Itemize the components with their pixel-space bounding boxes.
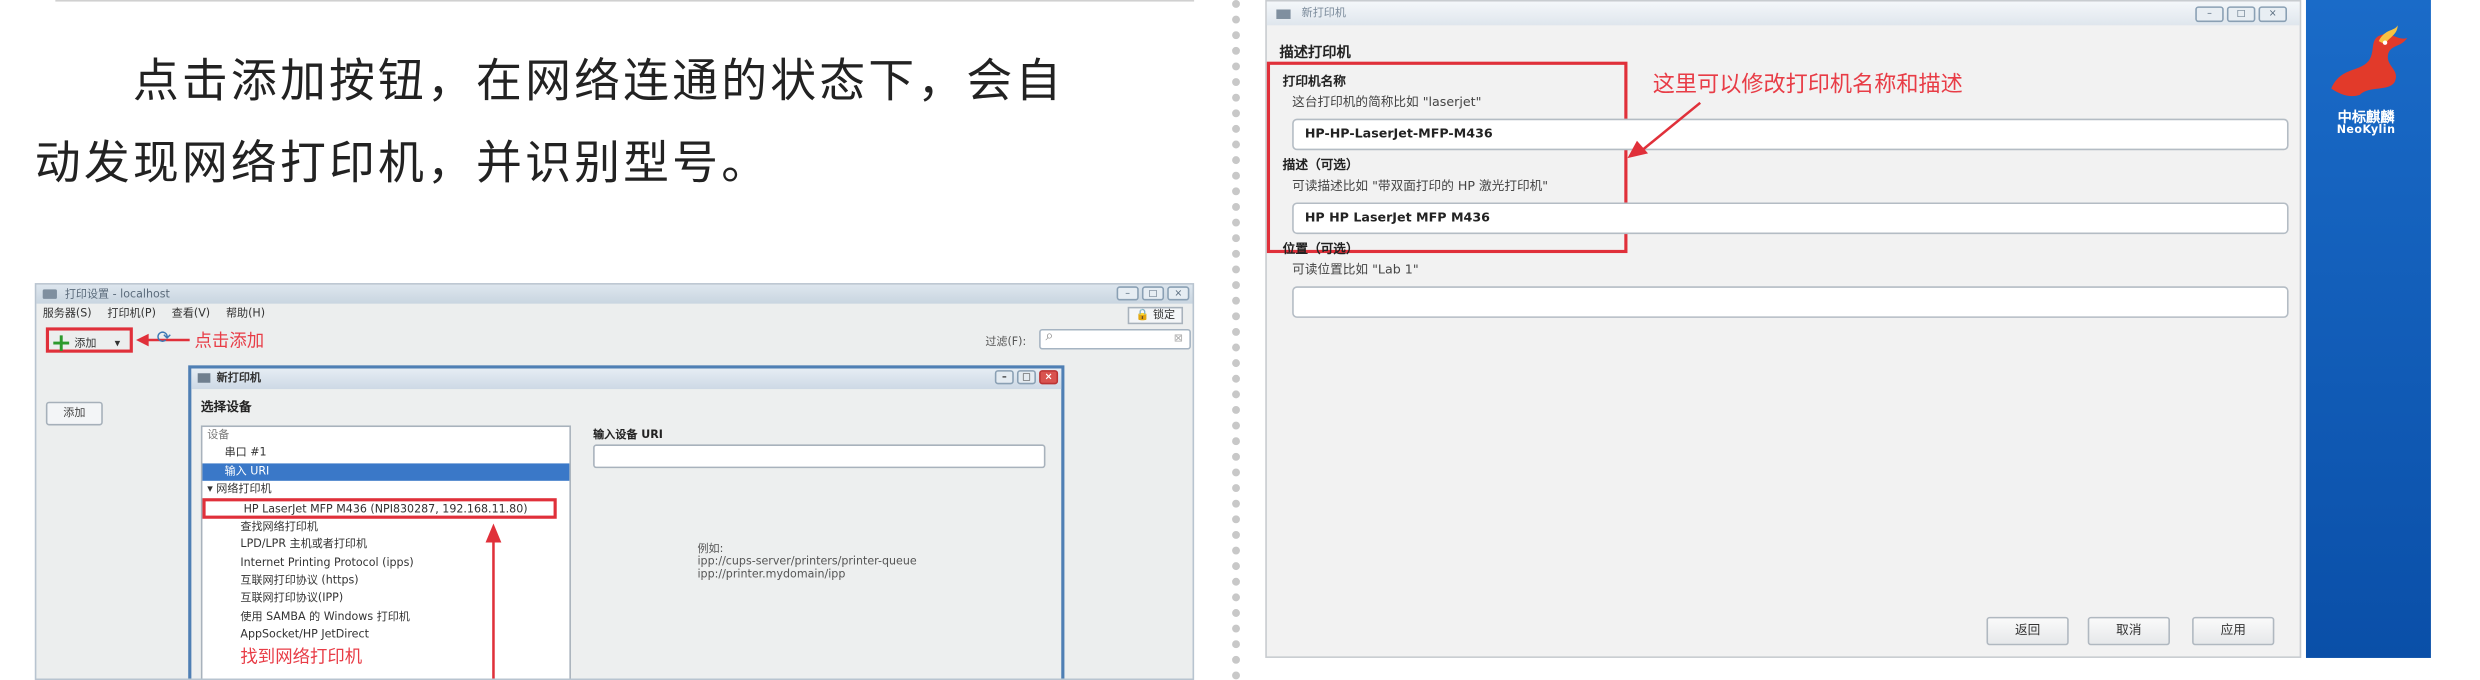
- device-samba[interactable]: 使用 SAMBA 的 Windows 打印机: [202, 608, 569, 626]
- uri-examples: 例如: ipp://cups-server/printers/printer-q…: [697, 542, 916, 580]
- device-network-printer-group[interactable]: ▾ 网络打印机: [202, 481, 569, 499]
- dotted-divider: [1232, 0, 1240, 680]
- apply-button[interactable]: 应用: [2192, 616, 2275, 646]
- search-icon: ⌕: [1045, 328, 1054, 345]
- menu-help[interactable]: 帮助(H): [226, 304, 265, 323]
- device-serial-port[interactable]: 串口 #1: [202, 445, 569, 463]
- filter-input[interactable]: ⌕ ⊠: [1039, 328, 1191, 350]
- location-label: 位置（可选）: [1282, 241, 1359, 257]
- dialog-maximize-button[interactable]: □: [1016, 370, 1036, 385]
- lock-button[interactable]: 🔒 锁定: [1127, 306, 1184, 325]
- chevron-down-icon[interactable]: ▾: [115, 331, 121, 356]
- dialog-minimize-button[interactable]: –: [994, 370, 1014, 385]
- example-uri-2: ipp://printer.mydomain/ipp: [697, 567, 846, 581]
- close-button[interactable]: ×: [2258, 6, 2287, 23]
- minimize-button[interactable]: –: [2195, 6, 2224, 23]
- window-title: 打印设置 - localhost: [64, 287, 170, 301]
- device-lpd-lpr[interactable]: LPD/LPR 主机或者打印机: [202, 537, 569, 555]
- device-list: 设备 串口 #1 输入 URI ▾ 网络打印机 HP LaserJet MFP …: [200, 425, 571, 679]
- new-printer-dialog: 新打印机 – □ × 选择设备 设备 串口 #1 输入 URI ▾ 网络打印机 …: [188, 365, 1065, 679]
- device-hp-laserjet[interactable]: HP LaserJet MFP M436 (NPI830287, 192.168…: [202, 498, 557, 520]
- instruction-paragraph: 点击添加按钮，在网络连通的状态下，会自 动发现网络打印机，并识别型号。: [35, 40, 1205, 204]
- device-find-network-printer[interactable]: 查找网络打印机: [202, 519, 569, 537]
- menu-printer[interactable]: 打印机(P): [107, 304, 156, 323]
- uri-input[interactable]: [593, 444, 1046, 469]
- description-field[interactable]: HP HP LaserJet MFP M436: [1292, 202, 2289, 235]
- describe-printer-heading: 描述打印机: [1279, 45, 1351, 62]
- window-title: 新打印机: [1301, 6, 1346, 19]
- paragraph-line-1: 点击添加按钮，在网络连通的状态下，会自: [132, 53, 1065, 108]
- brand-name-en: NeoKylin: [2336, 123, 2396, 137]
- describe-printer-window: 新打印机 – □ × 描述打印机 打印机名称 这台打印机的简称比如 "laser…: [1265, 0, 2302, 658]
- menu-view[interactable]: 查看(V): [172, 304, 210, 323]
- example-uri-1: ipp://cups-server/printers/printer-queue: [697, 555, 917, 568]
- maximize-button[interactable]: □: [1141, 286, 1165, 301]
- location-field[interactable]: [1292, 286, 2289, 318]
- description-hint: 可读描述比如 "带双面打印的 HP 激光打印机": [1292, 178, 1549, 193]
- paragraph-line-2: 动发现网络打印机，并识别型号。: [34, 136, 771, 190]
- back-button[interactable]: 返回: [1986, 616, 2069, 646]
- device-enter-uri[interactable]: 输入 URI: [202, 462, 570, 481]
- device-https[interactable]: 互联网打印协议 (https): [202, 573, 569, 591]
- annotation-edit-name: 这里可以修改打印机名称和描述: [1652, 72, 1963, 99]
- dialog-title: 新打印机: [216, 371, 261, 385]
- printer-name-hint: 这台打印机的简称比如 "laserjet": [1292, 94, 1482, 110]
- plus-icon: +: [50, 327, 72, 358]
- annotation-arrow-edit: [1627, 101, 1702, 159]
- dialog-close-button[interactable]: ×: [1039, 370, 1059, 385]
- description-label: 描述（可选）: [1282, 158, 1359, 173]
- window-titlebar: 打印设置 - localhost – □ ×: [36, 284, 1193, 304]
- cancel-button[interactable]: 取消: [2087, 616, 2170, 646]
- select-device-heading: 选择设备: [200, 400, 252, 415]
- add-button[interactable]: + 添加 ▾: [45, 327, 133, 358]
- annotation-click-add: 点击添加: [194, 330, 265, 352]
- uri-label: 输入设备 URI: [593, 428, 663, 442]
- printer-icon: [1276, 9, 1291, 19]
- printer-name-label: 打印机名称: [1282, 74, 1346, 89]
- refresh-icon[interactable]: ⟳: [157, 327, 172, 348]
- minimize-button[interactable]: –: [1116, 286, 1139, 301]
- clear-icon[interactable]: ⊠: [1174, 332, 1183, 345]
- close-button[interactable]: ×: [1167, 286, 1190, 301]
- printer-icon: [197, 373, 211, 383]
- menu-bar: 服务器(S) 打印机(P) 查看(V) 帮助(H) 🔒 锁定: [36, 304, 1192, 325]
- device-ipp[interactable]: 互联网打印协议(IPP): [202, 591, 569, 609]
- annotation-found-printer: 找到网络打印机: [240, 647, 363, 668]
- maximize-button[interactable]: □: [2226, 6, 2256, 23]
- toolbar: + 添加 ▾ 点击添加 ⟳ 过滤(F): ⌕ ⊠: [36, 323, 1192, 358]
- dialog-titlebar: 新打印机 – □ ×: [191, 368, 1062, 390]
- add-button-label: 添加: [74, 336, 97, 350]
- annotation-arrow-device: [485, 523, 502, 679]
- device-ipps[interactable]: Internet Printing Protocol (ipps): [202, 555, 569, 573]
- top-rule: [55, 0, 1195, 2]
- examples-label: 例如:: [697, 542, 724, 556]
- filter-label: 过滤(F):: [985, 335, 1027, 348]
- device-list-header: 设备: [207, 428, 230, 442]
- device-appsocket[interactable]: AppSocket/HP JetDirect: [202, 626, 569, 644]
- side-add-button[interactable]: 添加: [45, 401, 103, 426]
- printer-icon: [42, 289, 57, 299]
- window-titlebar: 新打印机 – □ ×: [1266, 1, 2300, 26]
- printer-name-field[interactable]: HP-HP-LaserJet-MFP-M436: [1292, 118, 2289, 151]
- menu-server[interactable]: 服务器(S): [43, 304, 92, 323]
- dragon-logo-icon: [2331, 25, 2408, 97]
- printer-settings-window: 打印设置 - localhost – □ × 服务器(S) 打印机(P) 查看(…: [34, 283, 1195, 680]
- location-hint: 可读位置比如 "Lab 1": [1292, 262, 1419, 277]
